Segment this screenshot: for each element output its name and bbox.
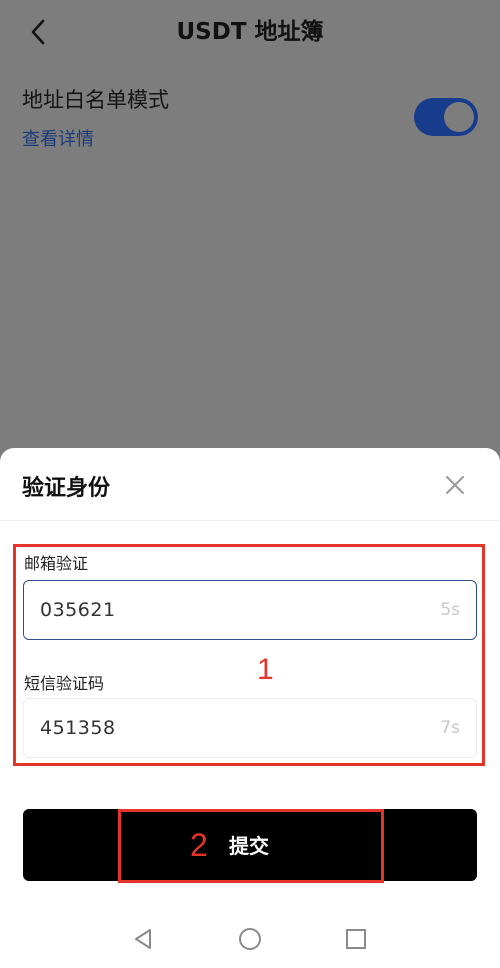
system-home-button[interactable] [235,924,265,954]
background-page: USDT 地址簿 地址白名单模式 查看详情 [0,0,500,460]
system-back-button[interactable] [128,924,158,954]
whitelist-mode-title: 地址白名单模式 [22,88,169,112]
sms-resend-timer[interactable]: 7s [440,718,460,738]
system-recents-button[interactable] [341,924,371,954]
whitelist-mode-row: 地址白名单模式 查看详情 [0,80,500,160]
close-icon [446,476,464,494]
email-verification-label: 邮箱验证 [24,554,89,573]
sheet-title: 验证身份 [22,476,111,501]
sheet-divider [0,520,500,521]
annotation-number-1: 1 [257,653,274,686]
nav-bar: USDT 地址簿 [0,0,500,64]
sms-code-field[interactable]: 7s [23,698,477,758]
email-resend-timer[interactable]: 5s [440,600,460,620]
annotation-number-2: 2 [190,827,208,863]
toggle-knob [444,102,474,132]
email-code-input[interactable] [40,599,441,621]
sms-code-input[interactable] [40,717,441,739]
triangle-back-icon [135,929,151,949]
submit-button-label: 提交 [229,834,269,858]
email-code-field[interactable]: 5s [23,580,477,640]
circle-home-icon [239,928,261,950]
square-recents-icon [346,929,366,949]
verify-identity-sheet: 验证身份 邮箱验证 5s 短信验证码 7s 1 2 提交 [0,448,500,968]
sms-code-label: 短信验证码 [24,674,105,693]
system-nav-bar [0,916,500,968]
close-button[interactable] [440,470,470,500]
whitelist-toggle[interactable] [414,98,478,136]
view-details-link[interactable]: 查看详情 [22,125,94,151]
page-title: USDT 地址簿 [176,19,324,45]
